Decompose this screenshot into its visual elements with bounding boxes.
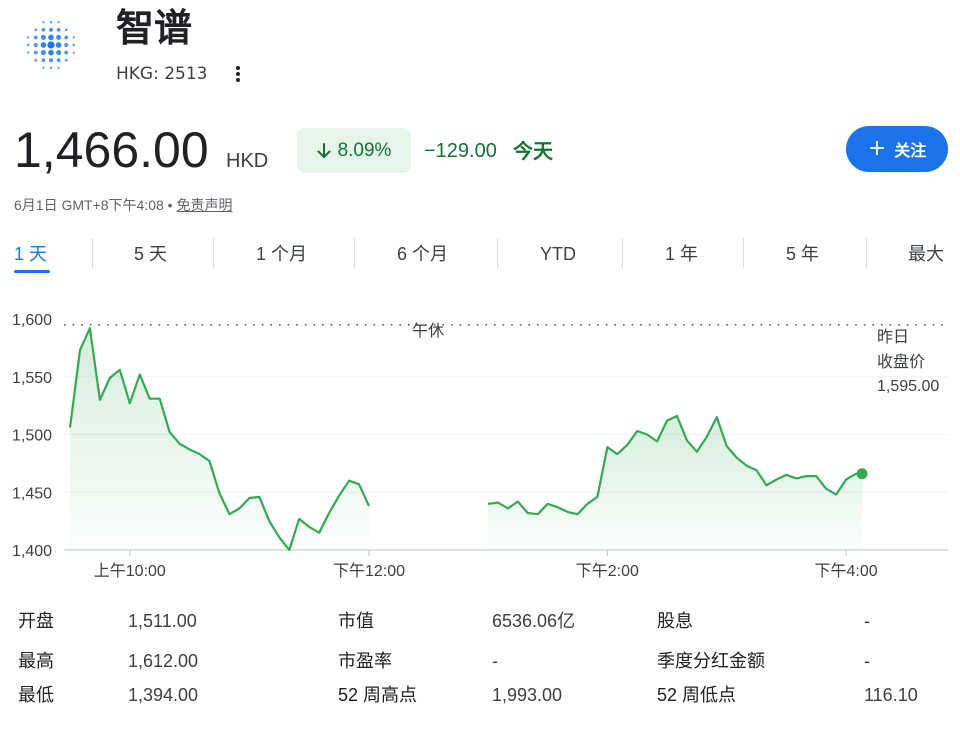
stat-value-dividend: -	[864, 611, 870, 631]
lunch-break-label: 午休	[412, 321, 444, 340]
stat-label-52w-low: 52 周低点	[657, 685, 737, 705]
change-absolute: −129.00	[424, 140, 497, 162]
y-tick-label: 1,550	[12, 370, 52, 387]
stat-value-high: 1,612.00	[128, 651, 199, 671]
range-tabs: 1 天 5 天 1 个月 6 个月 YTD 1 年 5 年 最大	[0, 236, 960, 276]
change-percent: 8.09%	[337, 139, 392, 161]
tab-divider	[622, 238, 623, 268]
stat-value-52w-high: 1,993.00	[492, 685, 563, 705]
tab-max[interactable]: 最大	[908, 236, 944, 276]
x-tick-label: 下午12:00	[333, 562, 405, 580]
arrow-down-icon	[317, 142, 331, 158]
quote-timestamp-line: 6月1日 GMT+8下午4:08 • 免责声明	[14, 194, 232, 216]
tab-divider	[743, 238, 744, 268]
change-percent-badge: 8.09%	[297, 128, 411, 173]
y-tick-label: 1,450	[12, 485, 52, 502]
tab-divider	[92, 238, 93, 268]
active-tab-indicator	[14, 270, 50, 273]
stat-label-quarterly-dividend: 季度分红金额	[657, 651, 765, 671]
tab-divider	[354, 238, 355, 268]
follow-label: 关注	[894, 141, 927, 160]
y-tick-label: 1,400	[12, 543, 52, 560]
currency-label: HKD	[226, 150, 269, 172]
change-period: 今天	[513, 139, 553, 163]
company-name: 智谱	[116, 6, 193, 50]
stat-value-quarterly-dividend: -	[864, 651, 870, 671]
stat-label-high: 最高	[18, 651, 54, 671]
stat-label-low: 最低	[18, 685, 54, 705]
x-tick-label: 上午10:00	[94, 562, 166, 580]
ticker-symbol: HKG: 2513	[116, 64, 208, 84]
morning-session-area	[70, 328, 369, 550]
meta-separator: •	[167, 197, 173, 213]
tab-5-days[interactable]: 5 天	[134, 236, 167, 276]
disclaimer-link[interactable]: 免责声明	[176, 197, 232, 213]
tab-divider	[497, 238, 498, 268]
stat-label-pe-ratio: 市盈率	[338, 651, 392, 671]
tab-ytd[interactable]: YTD	[540, 236, 576, 276]
stat-value-pe-ratio: -	[492, 651, 498, 671]
follow-button[interactable]: + 关注	[846, 126, 948, 172]
price-chart[interactable]: 1,600 1,550 1,500 1,450 1,400 上午10:00 下午12:00 下…	[0, 296, 960, 586]
tab-5-years[interactable]: 5 年	[786, 236, 819, 276]
stat-value-market-cap: 6536.06亿	[492, 611, 576, 631]
x-tick-label: 下午4:00	[815, 562, 878, 580]
quote-timestamp: 6月1日 GMT+8下午4:08	[14, 197, 164, 213]
plus-icon: +	[867, 136, 887, 161]
more-vert-icon[interactable]	[230, 62, 246, 86]
y-tick-label: 1,500	[12, 428, 52, 445]
stat-value-52w-low: 116.10	[864, 685, 918, 705]
stat-value-low: 1,394.00	[128, 685, 199, 705]
stat-label-market-cap: 市值	[338, 611, 374, 631]
x-tick-label: 下午2:00	[576, 562, 639, 580]
tab-1-month[interactable]: 1 个月	[256, 236, 307, 276]
tab-6-months[interactable]: 6 个月	[397, 236, 448, 276]
stat-label-52w-high: 52 周高点	[338, 685, 418, 705]
prev-close-label: 昨日	[877, 327, 909, 346]
prev-close-label: 收盘价	[877, 352, 925, 371]
prev-close-value: 1,595.00	[877, 378, 939, 395]
stat-label-open: 开盘	[18, 611, 54, 631]
tab-1-year[interactable]: 1 年	[665, 236, 698, 276]
stat-value-open: 1,511.00	[128, 611, 197, 631]
tab-divider	[213, 238, 214, 268]
afternoon-session-area	[488, 416, 862, 550]
current-price: 1,466.00	[14, 122, 209, 178]
y-tick-label: 1,600	[12, 312, 52, 329]
last-price-marker	[856, 468, 868, 480]
tab-divider	[866, 238, 867, 268]
dot-grid-logo-icon	[26, 20, 76, 70]
stat-label-dividend: 股息	[657, 611, 693, 631]
